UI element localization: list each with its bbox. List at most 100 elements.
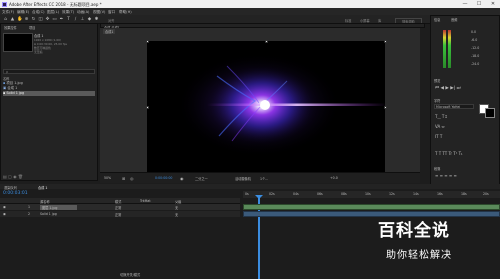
col-parent[interactable]: 父级 [175,199,181,204]
workspace-library[interactable]: 库 [378,18,381,23]
audio-value: -18.0 [471,54,480,58]
selection-tool-icon[interactable]: ▲ [10,17,15,22]
snapshot-icon[interactable]: ◉ [180,176,184,181]
layer-name[interactable]: Solid 1 jpg [40,212,57,216]
views-dropdown[interactable]: 1个... [260,176,268,181]
tab-timeline-comp[interactable]: 合成 1 [38,185,47,190]
stroke-color-swatch[interactable] [485,108,495,118]
audio-value: -6.0 [471,38,478,42]
visibility-eye-icon[interactable]: ◉ [3,212,6,216]
menu-animation[interactable]: 动画(A) [77,10,89,15]
window-title: Adobe After Effects CC 2018 - 无标题项目.aep … [9,1,102,7]
project-item-label: Solid 1 jpg [6,91,25,95]
grid-icon[interactable]: ⊞ [122,176,125,181]
tab-info[interactable]: 信息 [434,17,440,22]
playback-controls[interactable]: ⏮ ◀ ▶ ▶| ⏭ [435,85,461,91]
tab-effect-controls[interactable]: 效果控件 [4,25,17,30]
menu-edit[interactable]: 编辑(E) [17,10,29,15]
visibility-eye-icon[interactable]: ◉ [3,205,6,209]
transform-handle[interactable] [264,39,268,43]
ruler-tick: 10s [365,192,371,196]
col-trkmat[interactable]: TrkMat [140,199,151,203]
menu-view[interactable]: 视图(V) [93,10,105,15]
transform-handle[interactable] [145,105,149,109]
project-search-input[interactable]: ρ [3,69,95,74]
workspace-small-screen[interactable]: 小屏幕 [360,18,370,23]
layer-parent[interactable]: 无 [175,212,178,217]
watermark-title: 百科全说 [378,221,450,241]
audio-meter-right [448,30,451,68]
col-source-name[interactable]: 源名称 [40,199,50,204]
camera-tool-icon[interactable]: ◫ [38,17,43,22]
brush-tool-icon[interactable]: ∕ [73,17,78,22]
pen-tool-icon[interactable]: ✒ [59,17,64,22]
font-size-icon[interactable]: T‿ T↕ [435,114,448,119]
text-tool-icon[interactable]: T [66,17,71,22]
layer-row[interactable]: ◉ 1 图层 1.jpg 正常 无 [0,204,240,210]
workspace-standard[interactable]: 标准 [345,18,351,23]
layer-parent[interactable]: 无 [175,205,178,210]
eraser-tool-icon[interactable]: ◆ [87,17,92,22]
snap-label[interactable]: 对齐 [108,18,114,23]
tab-preview[interactable]: 预览 [434,78,440,83]
layer-mode[interactable]: 正常 [115,212,121,217]
menu-help[interactable]: 帮助(H) [119,10,132,15]
audio-value: -24.0 [471,62,480,66]
tab-character[interactable]: 字符 [434,98,440,103]
anchor-tool-icon[interactable]: ✥ [45,17,50,22]
scale-icon[interactable]: IT T [435,134,442,139]
hand-tool-icon[interactable]: ✋ [17,17,23,22]
timeline-timecode[interactable]: 0:00:03:01 [3,191,28,196]
mask-icon[interactable]: ◎ [130,176,134,181]
audio-value: 0.0 [471,30,477,34]
maximize-button[interactable]: ☐ [472,0,486,8]
transform-handle[interactable] [145,39,149,43]
minimize-button[interactable]: — [458,0,472,8]
rotate-tool-icon[interactable]: ↻ [31,17,36,22]
time-ruler[interactable]: 0s 02s 04s 06s 08s 10s 12s 14s 16s 18s 2… [243,191,500,198]
resolution-dropdown[interactable]: 二分之一 [195,176,208,181]
light-burst-render [177,53,385,157]
project-item-selected[interactable]: ▪ Solid 1 jpg [3,91,95,96]
layer-name[interactable]: 图层 1.jpg [40,205,78,210]
stamp-tool-icon[interactable]: ⊥ [80,17,85,22]
menu-composition[interactable]: 合成(C) [32,10,45,15]
viewer-timecode[interactable]: 0:00:00:00 [155,176,172,180]
layer-duration-bar[interactable] [243,204,500,210]
layer-row[interactable]: ◉ 2 Solid 1 jpg 正常 无 [0,211,240,217]
puppet-tool-icon[interactable]: ✱ [94,17,99,22]
project-panel: 效果控件 项目 合成 1 1920 x 1080 (1.00) Δ 0:00:3… [0,23,98,181]
tab-paragraph[interactable]: 段落 [434,166,440,171]
close-button[interactable]: ✕ [486,0,500,8]
menu-layer[interactable]: 图层(L) [47,10,59,15]
zoom-dropdown[interactable]: 50% [104,176,111,180]
toggle-switches-modes[interactable]: 切换开关/模式 [120,272,140,277]
zoom-tool-icon[interactable]: ⊕ [24,17,29,22]
camera-dropdown[interactable]: 活动摄像机 [235,176,251,181]
col-mode[interactable]: 模式 [115,199,121,204]
align-buttons[interactable]: ≡ ≡ ≡ ≡ ≡ [435,173,457,178]
font-family-dropdown[interactable]: Microsoft YaHei [434,104,474,109]
menu-window[interactable]: 窗口 [108,10,115,15]
app-icon [2,1,7,7]
project-footer-icons[interactable]: ▤ ▢ ◉ 🗑 [3,174,23,179]
ruler-tick: 16s [437,192,443,196]
transform-handle[interactable] [383,105,387,109]
composition-canvas[interactable] [147,41,385,174]
tab-render-queue[interactable]: 渲染队列 [4,185,17,190]
tracking-icon[interactable]: VA ⇔ [435,124,445,129]
exposure-value[interactable]: +0.0 [330,176,338,180]
tab-project[interactable]: 项目 [29,25,35,30]
menu-file[interactable]: 文件(F) [2,10,14,15]
transform-handle[interactable] [383,39,387,43]
layer-duration-bar[interactable] [243,211,500,217]
rect-tool-icon[interactable]: ▭ [52,17,57,22]
audio-meter-left [443,30,446,68]
home-icon[interactable]: ⌂ [3,17,8,22]
tab-audio[interactable]: 音频 [451,17,457,22]
comp-detail-4: 无压缩 [34,50,43,54]
layer-mode[interactable]: 正常 [115,205,121,210]
text-style-buttons[interactable]: T T TT Tr T¹ T₁ [435,151,463,156]
breadcrumb[interactable]: 合成1 [103,29,116,34]
menu-effect[interactable]: 效果(T) [62,10,74,15]
